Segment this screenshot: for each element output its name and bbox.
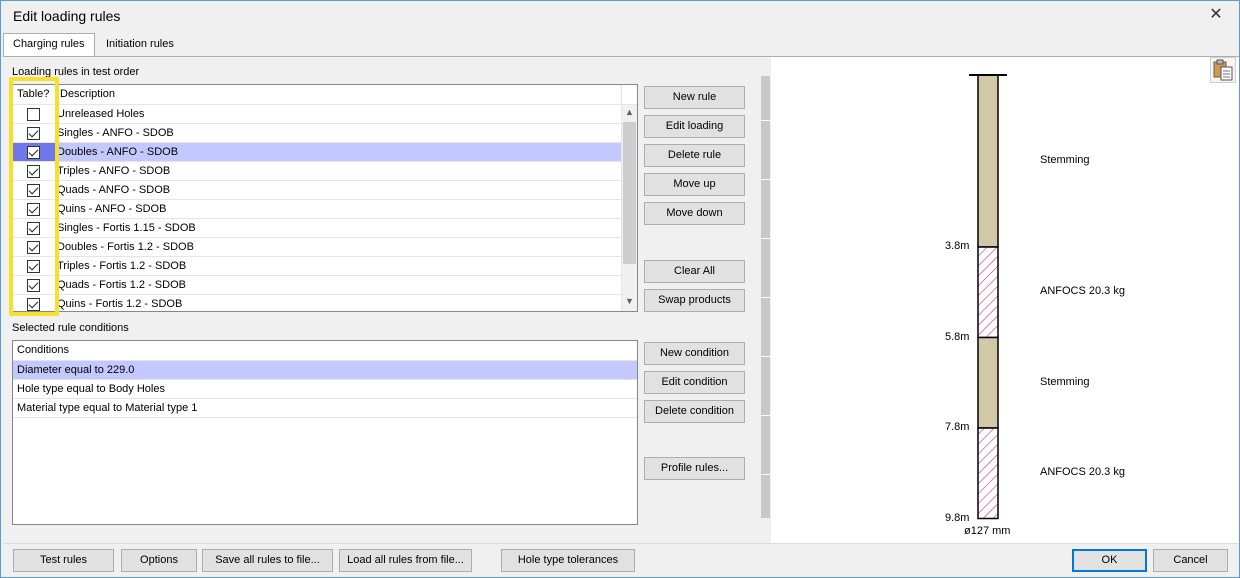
rule-row[interactable]: Quins - ANFO - SDOB <box>13 200 621 219</box>
hole-diameter-label: ø127 mm <box>964 525 1011 537</box>
rule-row[interactable]: Singles - Fortis 1.15 - SDOB <box>13 219 621 238</box>
col-header-table[interactable]: Table? <box>13 85 55 105</box>
rule-table-checkbox[interactable] <box>27 146 40 159</box>
close-icon[interactable]: ✕ <box>1207 6 1225 24</box>
rule-description: Unreleased Holes <box>57 108 145 120</box>
rule-description: Quads - ANFO - SDOB <box>57 184 171 196</box>
hole-profile-svg <box>969 74 1007 520</box>
rule-row[interactable]: Singles - ANFO - SDOB <box>13 124 621 143</box>
panel-splitter[interactable] <box>761 76 770 518</box>
rule-row[interactable]: Quads - Fortis 1.2 - SDOB <box>13 276 621 295</box>
condition-row[interactable]: Material type equal to Material type 1 <box>13 399 637 418</box>
scroll-down-icon[interactable]: ▼ <box>625 296 634 306</box>
rule-table-checkbox[interactable] <box>27 184 40 197</box>
rule-description: Triples - Fortis 1.2 - SDOB <box>57 260 187 272</box>
condition-row[interactable]: Hole type equal to Body Holes <box>13 380 637 399</box>
depth-label: 7.8m <box>945 421 970 433</box>
rule-row[interactable]: Quins - Fortis 1.2 - SDOB <box>13 295 621 311</box>
rule-description: Triples - ANFO - SDOB <box>57 165 171 177</box>
new-condition-button[interactable]: New condition <box>644 342 745 365</box>
scroll-thumb[interactable] <box>623 122 636 264</box>
depth-label: 3.8m <box>945 240 970 252</box>
rule-description: Quads - Fortis 1.2 - SDOB <box>57 279 186 291</box>
rules-scrollbar[interactable]: ▲ ▼ <box>621 85 637 311</box>
profile-rules-button[interactable]: Profile rules... <box>644 457 745 480</box>
conditions-grid: Conditions Diameter equal to 229.0 Hole t… <box>12 340 638 525</box>
rule-table-checkbox[interactable] <box>27 203 40 216</box>
move-down-button[interactable]: Move down <box>644 202 745 225</box>
rule-table-checkbox[interactable] <box>27 279 40 292</box>
options-button[interactable]: Options <box>121 549 197 572</box>
rule-row[interactable]: Doubles - ANFO - SDOB <box>13 143 621 162</box>
rule-row[interactable]: Triples - Fortis 1.2 - SDOB <box>13 257 621 276</box>
explosive-segment <box>977 246 999 339</box>
depth-label: 9.8m <box>945 511 970 524</box>
rule-table-checkbox[interactable] <box>27 222 40 235</box>
delete-condition-button[interactable]: Delete condition <box>644 400 745 423</box>
rule-table-checkbox[interactable] <box>27 108 40 121</box>
rule-table-checkbox[interactable] <box>27 241 40 254</box>
col-header-description[interactable]: Description <box>55 85 621 105</box>
explosive-segment <box>977 427 999 520</box>
condition-row[interactable]: Diameter equal to 229.0 <box>13 361 637 380</box>
tab-initiation-rules[interactable]: Initiation rules <box>97 34 183 56</box>
rule-row[interactable]: Unreleased Holes <box>13 105 621 124</box>
rule-description: Quins - ANFO - SDOB <box>57 203 167 215</box>
col-header-conditions[interactable]: Conditions <box>13 341 637 361</box>
swap-products-button[interactable]: Swap products <box>644 289 745 312</box>
move-up-button[interactable]: Move up <box>644 173 745 196</box>
dialog-window: Edit loading rules ✕ Charging rules Init… <box>0 0 1240 578</box>
hole-type-tolerances-button[interactable]: Hole type tolerances <box>501 549 635 572</box>
test-rules-button[interactable]: Test rules <box>13 549 114 572</box>
segment-label: ANFOCS 20.3 kg <box>1040 285 1125 298</box>
rules-section-label: Loading rules in test order <box>12 66 140 78</box>
stemming-segment <box>977 74 999 248</box>
stemming-segment <box>977 336 999 429</box>
cancel-button[interactable]: Cancel <box>1153 549 1228 572</box>
depth-label: 5.8m <box>945 330 970 343</box>
scroll-up-icon[interactable]: ▲ <box>625 107 634 117</box>
tab-charging-rules[interactable]: Charging rules <box>3 33 95 57</box>
clear-all-button[interactable]: Clear All <box>644 260 745 283</box>
load-all-rules-button[interactable]: Load all rules from file... <box>339 549 472 572</box>
save-all-rules-button[interactable]: Save all rules to file... <box>202 549 333 572</box>
rule-table-checkbox[interactable] <box>27 127 40 140</box>
conditions-section-label: Selected rule conditions <box>12 322 129 334</box>
rule-table-checkbox[interactable] <box>27 260 40 273</box>
segment-label: Stemming <box>1040 154 1090 166</box>
segment-label: ANFOCS 20.3 kg <box>1040 466 1125 479</box>
rule-description: Quins - Fortis 1.2 - SDOB <box>57 298 183 310</box>
dialog-title: Edit loading rules <box>13 8 121 24</box>
rule-table-checkbox[interactable] <box>27 298 40 311</box>
hole-profile-preview: 3.8m 5.8m 7.8m 9.8m Stemming ANFOCS 20.3 kg S… <box>771 57 1239 543</box>
rule-row[interactable]: Triples - ANFO - SDOB <box>13 162 621 181</box>
rule-description: Doubles - Fortis 1.2 - SDOB <box>57 241 194 253</box>
rules-grid: Table? Description Unreleased Holes Singl… <box>12 84 638 312</box>
rule-description: Doubles - ANFO - SDOB <box>57 146 179 158</box>
segment-label: Stemming <box>1040 375 1090 388</box>
rule-description: Singles - ANFO - SDOB <box>57 127 174 139</box>
rule-description: Singles - Fortis 1.15 - SDOB <box>57 222 196 234</box>
edit-loading-button[interactable]: Edit loading <box>644 115 745 138</box>
edit-condition-button[interactable]: Edit condition <box>644 371 745 394</box>
new-rule-button[interactable]: New rule <box>644 86 745 109</box>
rule-row[interactable]: Quads - ANFO - SDOB <box>13 181 621 200</box>
rule-row[interactable]: Doubles - Fortis 1.2 - SDOB <box>13 238 621 257</box>
delete-rule-button[interactable]: Delete rule <box>644 144 745 167</box>
rule-table-checkbox[interactable] <box>27 165 40 178</box>
ok-button[interactable]: OK <box>1072 549 1147 572</box>
